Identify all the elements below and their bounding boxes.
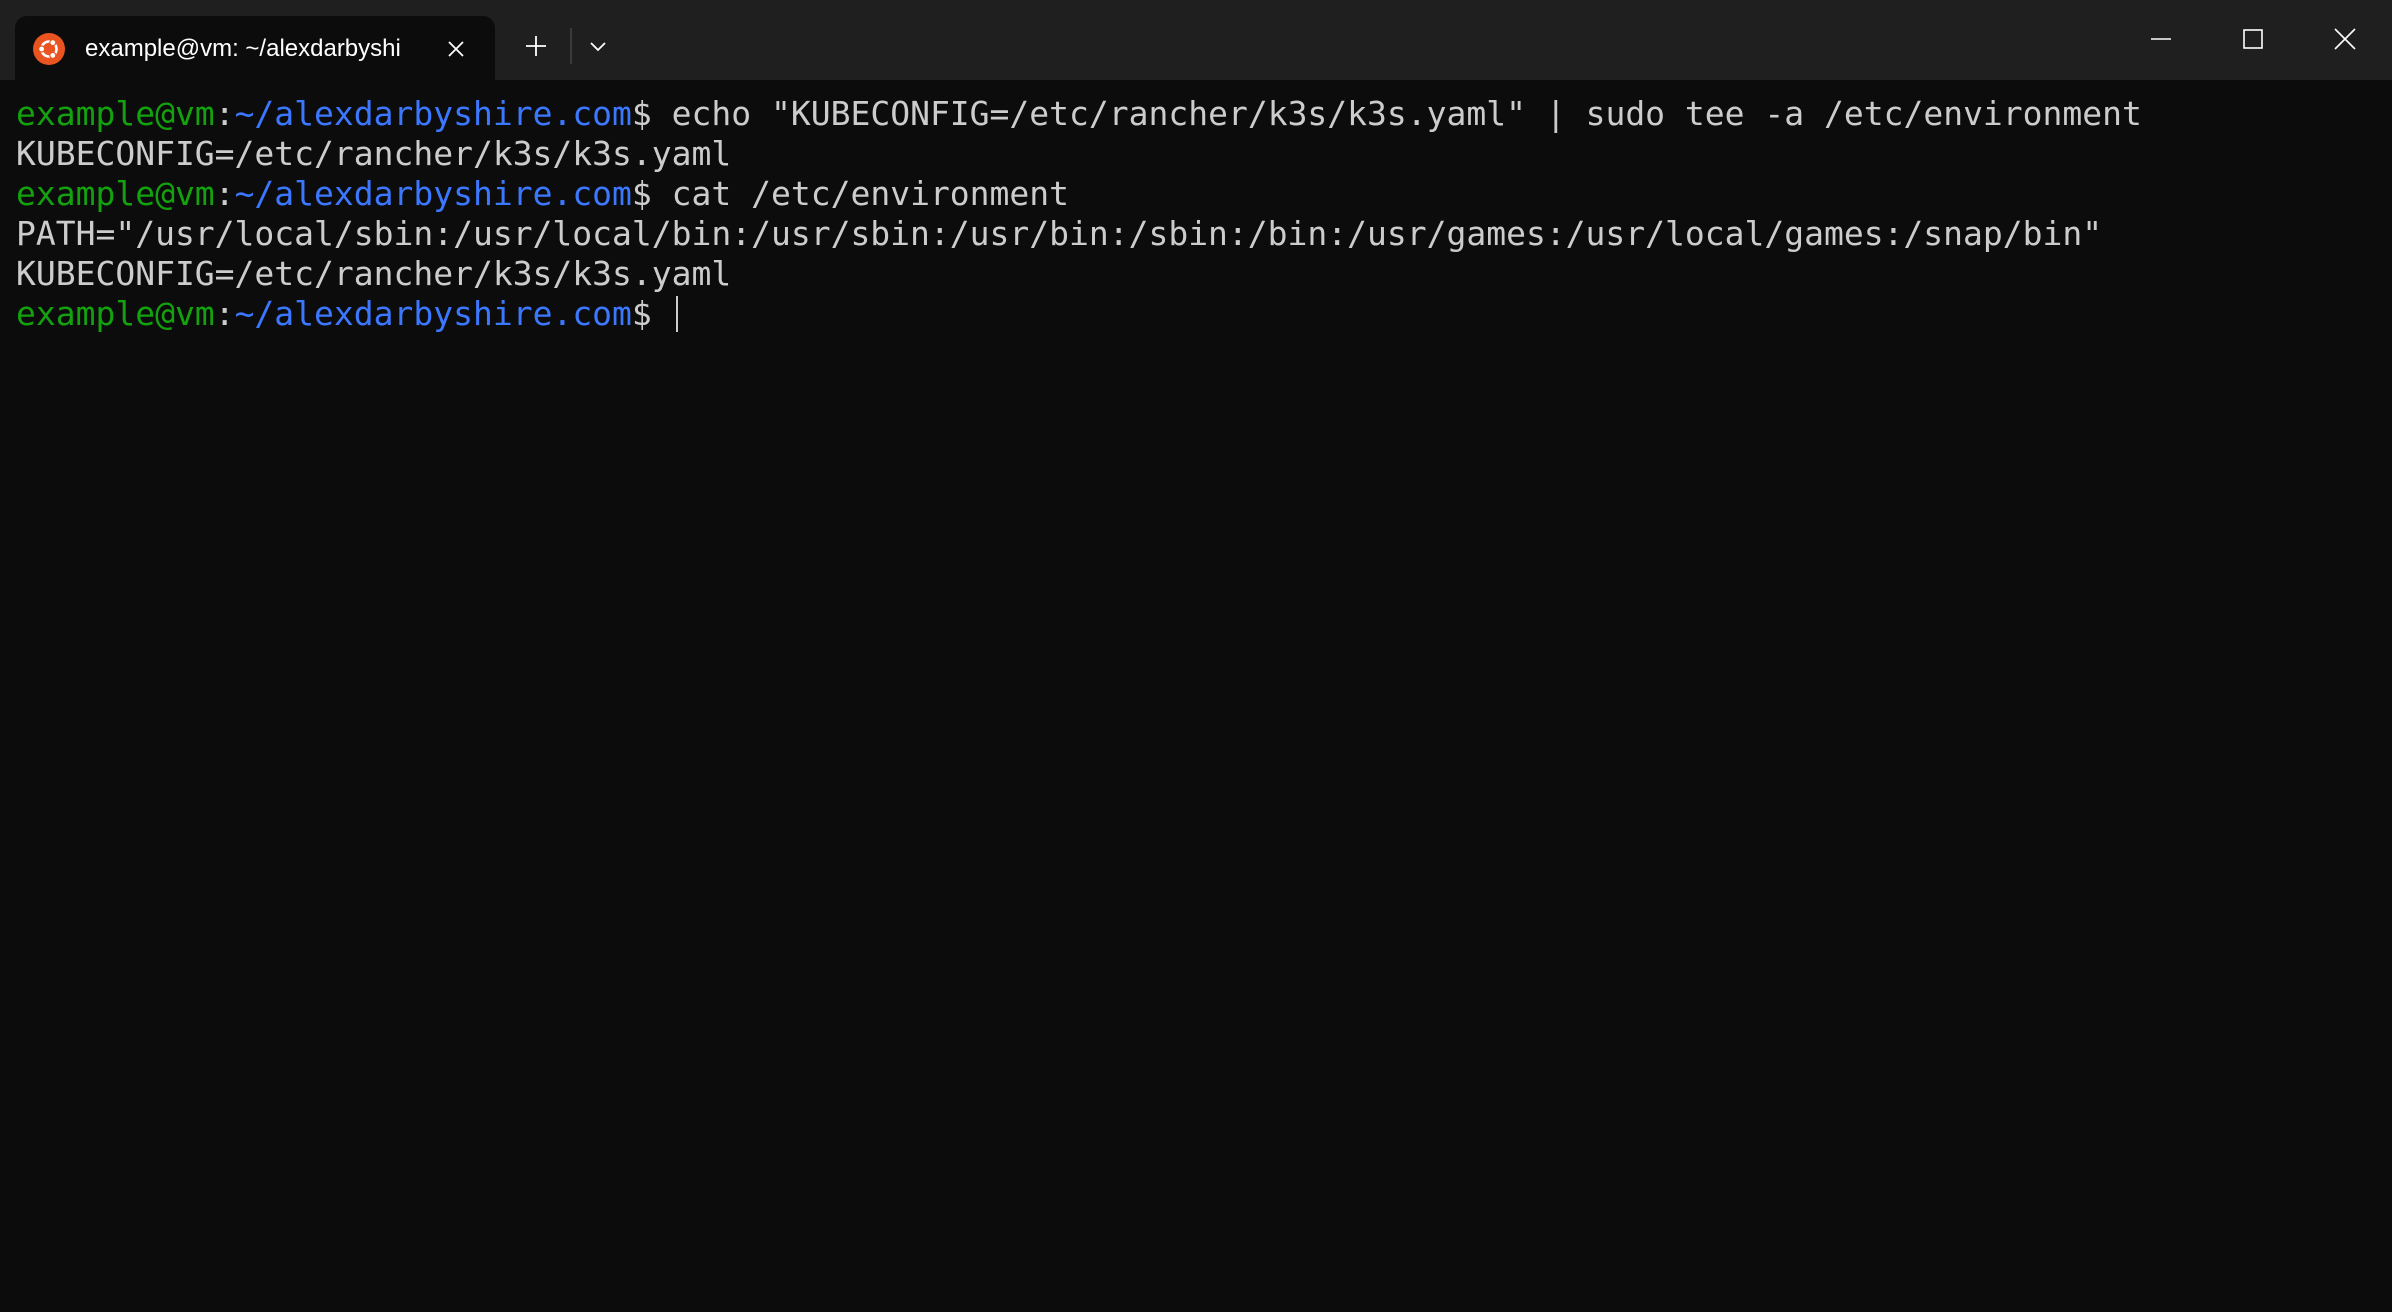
terminal-line: example@vm:~/alexdarbyshire.com$ echo "K… [16, 94, 2392, 134]
terminal-line: example@vm:~/alexdarbyshire.com$ [16, 294, 2392, 334]
command-text: echo "KUBECONFIG=/etc/rancher/k3s/k3s.ya… [651, 94, 2142, 133]
close-icon [2334, 28, 2356, 50]
tab-active[interactable]: example@vm: ~/alexdarbyshi [15, 16, 495, 80]
tab-title: example@vm: ~/alexdarbyshi [85, 35, 401, 62]
plus-icon [526, 36, 546, 56]
output-text: PATH="/usr/local/sbin:/usr/local/bin:/us… [16, 214, 2103, 253]
new-tab-button[interactable] [516, 24, 556, 68]
prompt-path: ~/alexdarbyshire.com [234, 294, 632, 333]
prompt-separator: : [214, 294, 235, 333]
minimize-icon [2151, 38, 2171, 40]
close-icon [448, 41, 464, 57]
output-text: KUBECONFIG=/etc/rancher/k3s/k3s.yaml [16, 254, 732, 293]
prompt-dollar: $ [631, 94, 652, 133]
prompt-user: example@vm [16, 94, 215, 133]
prompt-separator: : [214, 94, 235, 133]
tab-dropdown-button[interactable] [578, 24, 618, 68]
tab-close-button[interactable] [438, 31, 474, 67]
maximize-icon [2243, 29, 2263, 49]
command-input[interactable] [652, 294, 672, 333]
chevron-down-icon [590, 42, 606, 52]
prompt-dollar: $ [631, 174, 652, 213]
prompt-separator: : [214, 174, 235, 213]
ubuntu-icon [33, 33, 65, 65]
terminal-window: example@vm: ~/alexdarbyshi example@vm:~/… [0, 0, 2392, 1312]
command-text: cat /etc/environment [651, 174, 1070, 213]
text-cursor [675, 296, 678, 332]
prompt-user: example@vm [16, 294, 215, 333]
prompt-path: ~/alexdarbyshire.com [234, 94, 632, 133]
prompt-dollar: $ [631, 294, 652, 333]
close-window-button[interactable] [2300, 0, 2390, 78]
terminal-line: PATH="/usr/local/sbin:/usr/local/bin:/us… [16, 214, 2392, 254]
maximize-button[interactable] [2208, 0, 2298, 78]
terminal-line: example@vm:~/alexdarbyshire.com$ cat /et… [16, 174, 2392, 214]
terminal-line: KUBECONFIG=/etc/rancher/k3s/k3s.yaml [16, 134, 2392, 174]
tab-divider [570, 28, 572, 64]
terminal-line: KUBECONFIG=/etc/rancher/k3s/k3s.yaml [16, 254, 2392, 294]
prompt-user: example@vm [16, 174, 215, 213]
prompt-path: ~/alexdarbyshire.com [234, 174, 632, 213]
terminal-output[interactable]: example@vm:~/alexdarbyshire.com$ echo "K… [0, 80, 2392, 1312]
output-text: KUBECONFIG=/etc/rancher/k3s/k3s.yaml [16, 134, 732, 173]
minimize-button[interactable] [2116, 0, 2206, 78]
title-bar[interactable]: example@vm: ~/alexdarbyshi [0, 0, 2392, 80]
